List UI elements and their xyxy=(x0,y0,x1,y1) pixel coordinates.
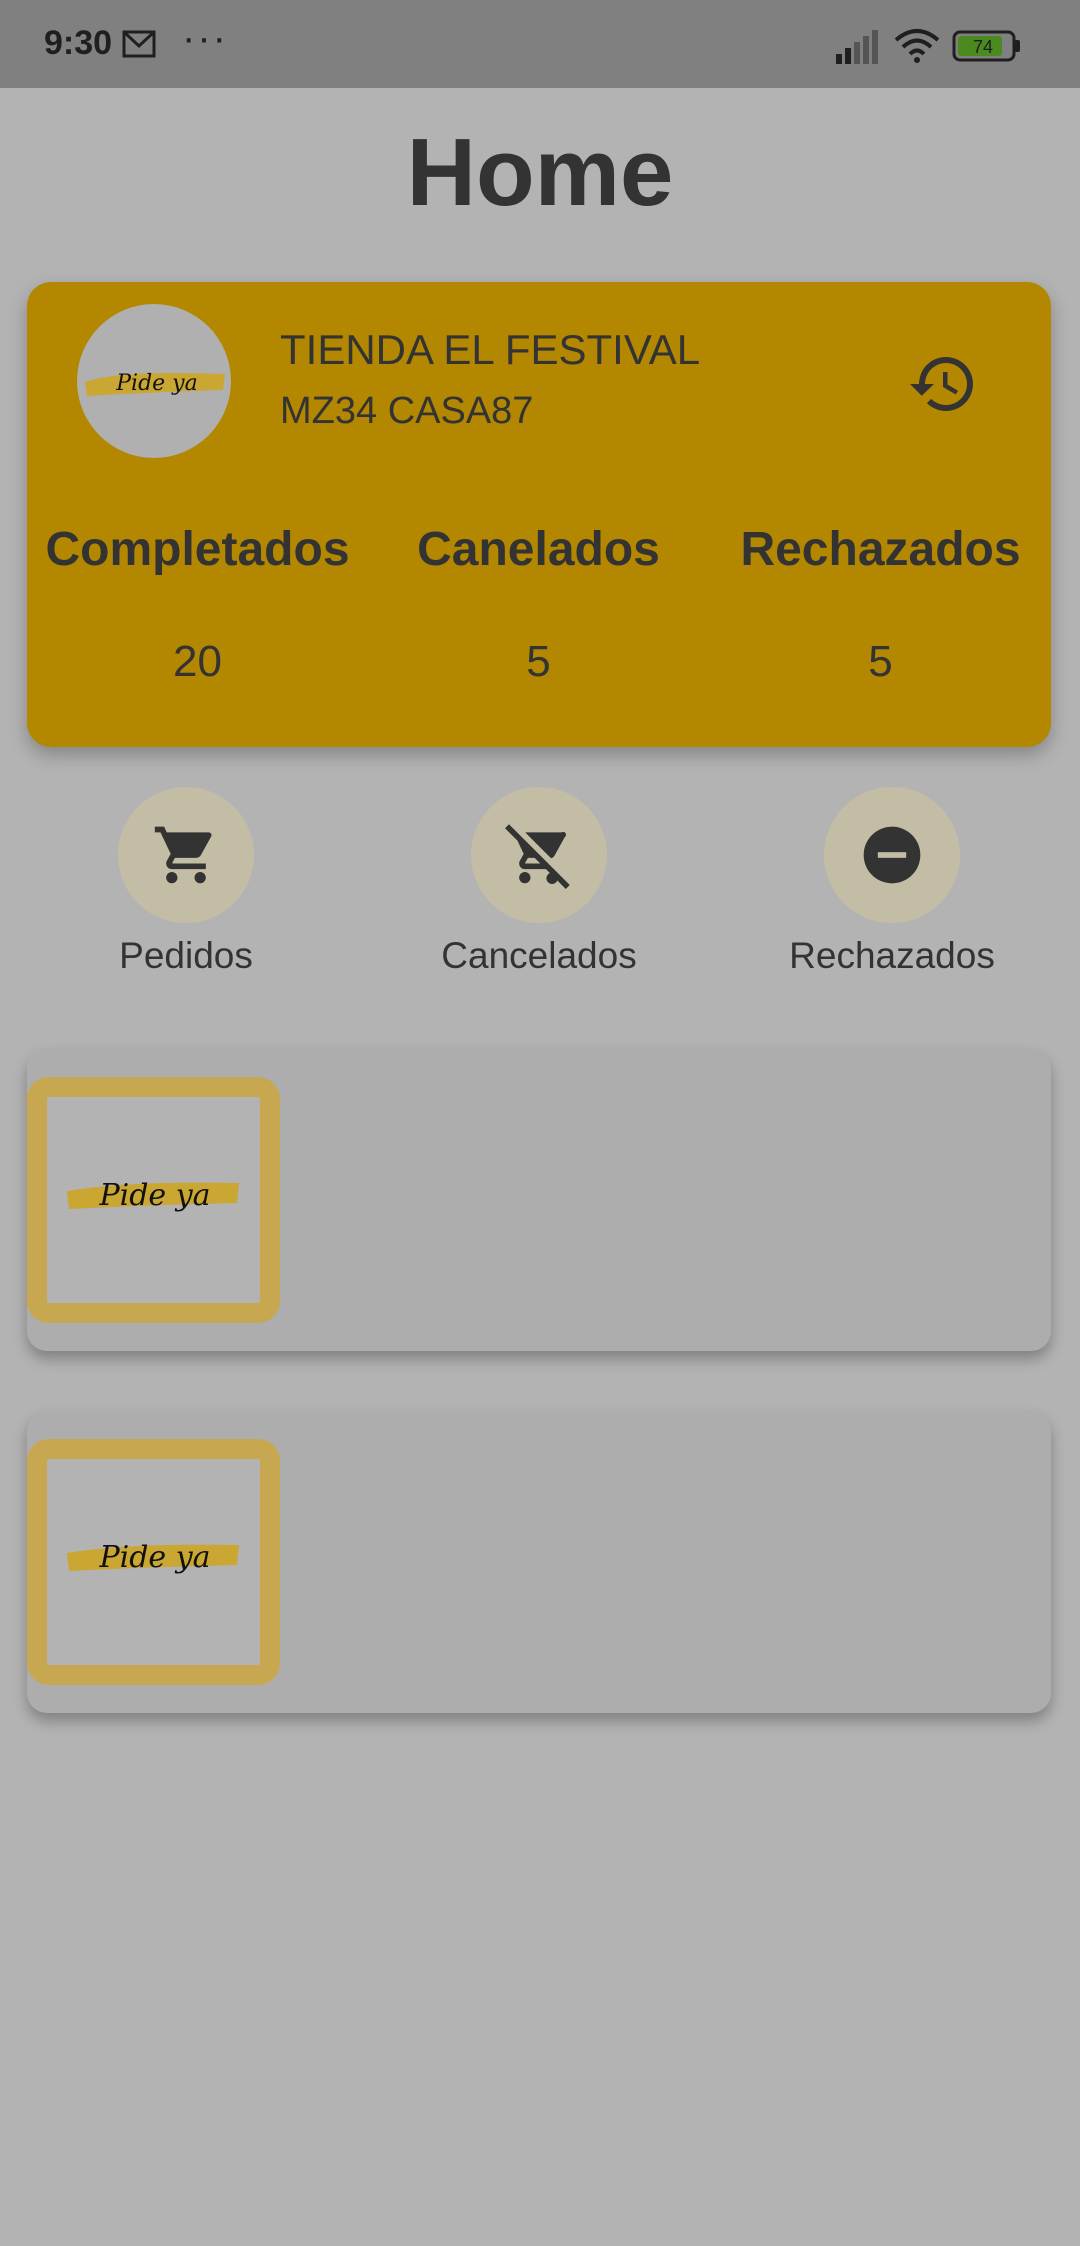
block-icon xyxy=(863,826,921,884)
store-logo: Pide ya xyxy=(77,304,231,458)
brand-logo-icon: Pide ya xyxy=(67,1540,239,1575)
brand-logo-icon: Pide ya xyxy=(67,1178,239,1213)
battery-icon: 74 xyxy=(952,30,1020,62)
store-name: TIENDA EL FESTIVAL xyxy=(280,326,701,373)
rejected-button[interactable]: Rechazados xyxy=(742,787,1042,977)
status-time: 9:30 xyxy=(44,24,113,62)
store-address: MZ34 CASA87 xyxy=(280,390,534,432)
cancelled-circle[interactable] xyxy=(471,787,607,923)
logo-text: Pide ya xyxy=(98,1540,210,1575)
cart-off-icon xyxy=(505,824,570,889)
stat-value: 5 xyxy=(868,637,893,686)
wifi-icon xyxy=(894,29,940,63)
history-icon[interactable] xyxy=(907,348,979,420)
stat-label: Canelados xyxy=(417,523,660,576)
stat-label: Rechazados xyxy=(740,523,1021,576)
stat-cancelled: Canelados 5 xyxy=(368,522,709,687)
orders-button[interactable]: Pedidos xyxy=(36,787,336,977)
brand-logo-icon: Pide ya xyxy=(85,371,225,396)
orders-circle[interactable] xyxy=(118,787,254,923)
battery-level: 74 xyxy=(973,37,993,57)
order-thumbnail: Pide ya xyxy=(27,1077,280,1323)
signal-icon xyxy=(836,30,878,64)
logo-text: Pide ya xyxy=(98,1178,210,1213)
order-card[interactable]: Pide ya xyxy=(27,1411,1051,1713)
status-bar: 9:30 ··· 74 xyxy=(0,0,1080,88)
stat-value: 5 xyxy=(526,637,551,686)
cart-icon xyxy=(154,826,212,884)
page-title: Home xyxy=(406,119,674,226)
action-label: Pedidos xyxy=(119,935,253,976)
rejected-circle[interactable] xyxy=(824,787,960,923)
more-notifications-icon: ··· xyxy=(182,16,228,60)
mail-icon xyxy=(122,30,156,58)
action-label: Cancelados xyxy=(441,935,637,976)
cancelled-button[interactable]: Cancelados xyxy=(389,787,689,977)
action-label: Rechazados xyxy=(789,935,995,976)
logo-text: Pide ya xyxy=(115,371,197,396)
stat-value: 20 xyxy=(173,637,222,686)
order-card[interactable]: Pide ya xyxy=(27,1049,1051,1351)
stat-rejected: Rechazados 5 xyxy=(710,522,1051,687)
store-summary-card: Pide ya TIENDA EL FESTIVAL MZ34 CASA87 C… xyxy=(27,282,1051,747)
actions-bar: Pedidos Cancelados Rechazados xyxy=(12,787,1068,977)
stat-completed: Completados 20 xyxy=(27,522,368,687)
order-thumbnail: Pide ya xyxy=(27,1439,280,1685)
stat-label: Completados xyxy=(45,523,350,576)
